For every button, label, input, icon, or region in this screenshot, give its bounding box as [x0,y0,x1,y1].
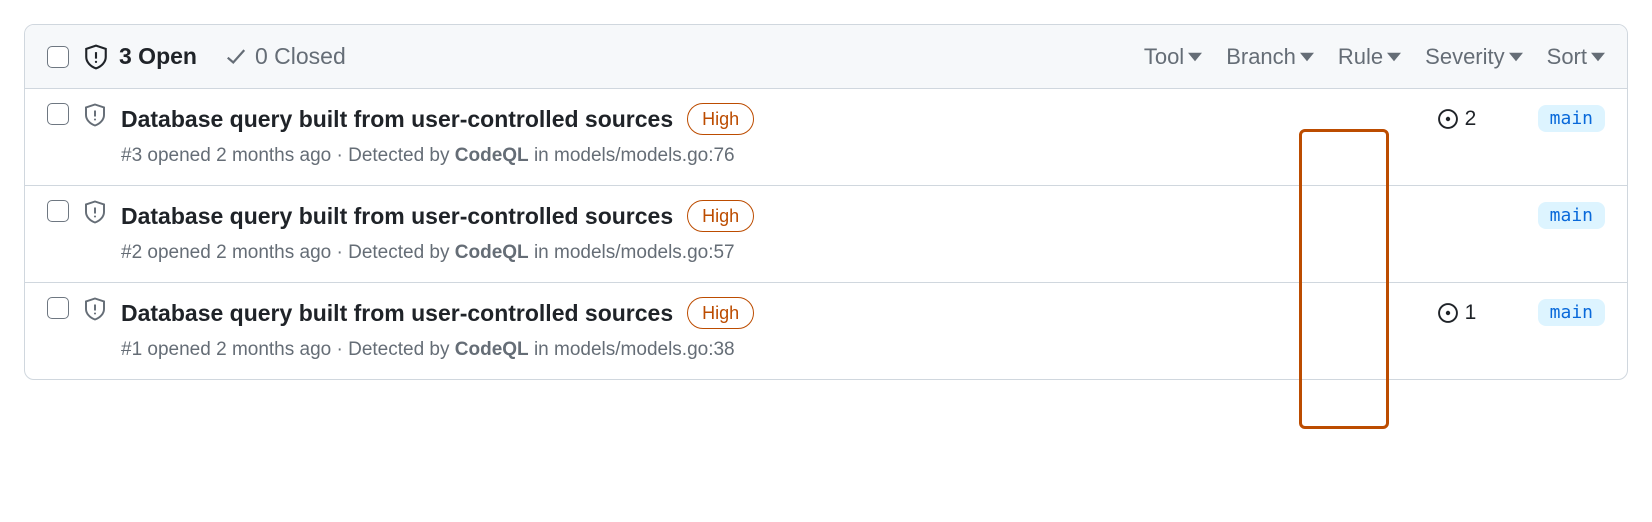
linked-issues[interactable] [1437,202,1483,230]
issue-linked-icon [1437,302,1459,324]
filter-label: Sort [1547,44,1587,70]
alert-title[interactable]: Database query built from user-controlle… [121,106,673,133]
shield-alert-icon [83,44,109,70]
severity-badge: High [687,103,754,135]
caret-down-icon [1509,50,1523,64]
filter-rule[interactable]: Rule [1338,44,1401,70]
filter-bar: Tool Branch Rule Severity Sort [1144,44,1605,70]
alert-meta: #2 opened 2 months ago · Detected by Cod… [121,242,1437,264]
alert-main: Database query built from user-controlle… [121,103,1437,167]
shield-alert-icon [83,297,107,321]
select-row-checkbox[interactable] [47,103,69,125]
severity-badge: High [687,297,754,329]
issue-linked-icon [1437,108,1459,130]
severity-badge: High [687,200,754,232]
caret-down-icon [1591,50,1605,64]
branch-tag[interactable]: main [1538,299,1605,326]
branch-tag[interactable]: main [1538,105,1605,132]
open-count-label[interactable]: 3 Open [119,43,197,70]
select-row-checkbox[interactable] [47,200,69,222]
shield-alert-icon [83,103,107,127]
tool-name: CodeQL [455,339,529,360]
filter-branch[interactable]: Branch [1226,44,1314,70]
select-row-checkbox[interactable] [47,297,69,319]
filter-label: Branch [1226,44,1296,70]
filter-tool[interactable]: Tool [1144,44,1202,70]
filter-sort[interactable]: Sort [1547,44,1605,70]
linked-issues[interactable]: 2 [1437,105,1483,133]
alert-meta: #1 opened 2 months ago · Detected by Cod… [121,339,1437,361]
alert-main: Database query built from user-controlle… [121,297,1437,361]
linked-issues[interactable]: 1 [1437,299,1483,327]
alert-row: Database query built from user-controlle… [25,89,1627,186]
alert-title[interactable]: Database query built from user-controlle… [121,300,673,327]
caret-down-icon [1188,50,1202,64]
filter-label: Tool [1144,44,1184,70]
tool-name: CodeQL [455,145,529,166]
issue-count-value: 2 [1465,107,1477,131]
filter-label: Severity [1425,44,1504,70]
alerts-panel: 3 Open 0 Closed Tool Branch Rule Severit… [24,24,1628,380]
check-icon [225,46,247,68]
select-all-checkbox[interactable] [47,46,69,68]
filter-label: Rule [1338,44,1383,70]
caret-down-icon [1387,50,1401,64]
closed-count-label[interactable]: 0 Closed [225,43,346,70]
caret-down-icon [1300,50,1314,64]
closed-text: 0 Closed [255,43,346,70]
alert-main: Database query built from user-controlle… [121,200,1437,264]
filter-severity[interactable]: Severity [1425,44,1522,70]
alert-meta: #3 opened 2 months ago · Detected by Cod… [121,145,1437,167]
tool-name: CodeQL [455,242,529,263]
shield-alert-icon [83,200,107,224]
panel-header: 3 Open 0 Closed Tool Branch Rule Severit… [25,25,1627,89]
issue-count-value: 1 [1465,301,1477,325]
alert-title[interactable]: Database query built from user-controlle… [121,203,673,230]
alert-row: Database query built from user-controlle… [25,283,1627,379]
branch-tag[interactable]: main [1538,202,1605,229]
alert-row: Database query built from user-controlle… [25,186,1627,283]
